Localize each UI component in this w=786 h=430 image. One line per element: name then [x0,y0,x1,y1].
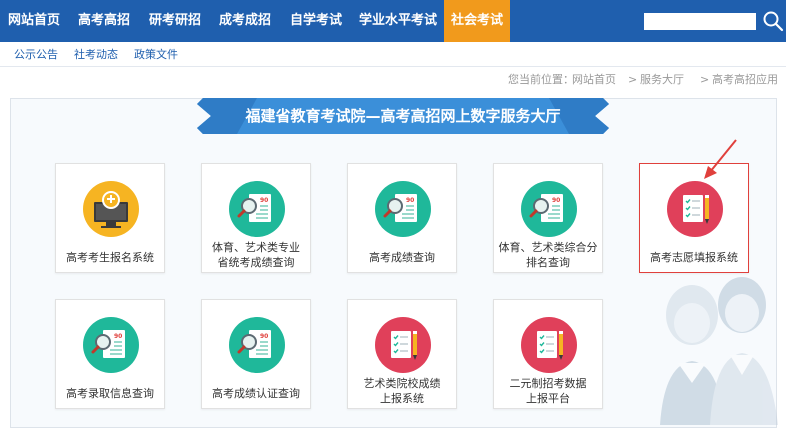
customer-service-mascot-icon [660,277,778,425]
checklist-pen-icon [521,317,577,373]
service-label: 高考录取信息查询 [66,387,154,400]
service-card-admission-query[interactable]: 90 高考录取信息查询 [55,299,165,409]
report-search-icon: 90 [229,181,285,237]
breadcrumb-separator: > [628,73,638,86]
breadcrumb-service-hall[interactable]: 服务大厅 [640,72,684,88]
svg-text:90: 90 [552,197,560,204]
svg-text:90: 90 [114,333,122,340]
report-search-icon: 90 [83,317,139,373]
nav-shehui[interactable]: 社会考试 [444,0,510,42]
service-card-art-sports-rank[interactable]: 90 体育、艺术类综合分 排名查询 [493,163,603,273]
nav-chengkao[interactable]: 成考成招 [210,0,280,42]
service-card-art-sports-score[interactable]: 90 体育、艺术类专业 省统考成绩查询 [201,163,311,273]
subnav-announcement[interactable]: 公示公告 [14,42,58,67]
subnav-news[interactable]: 社考动态 [74,42,118,67]
service-label: 艺术类院校成绩 上报系统 [363,377,441,405]
nav-gaokao[interactable]: 高考高招 [68,0,140,42]
nav-home[interactable]: 网站首页 [0,0,68,42]
report-search-icon: 90 [375,181,431,237]
svg-text:90: 90 [260,197,268,204]
search-input[interactable] [644,13,756,30]
checklist-pen-icon [375,317,431,373]
svg-text:90: 90 [260,333,268,340]
subnav-policy[interactable]: 政策文件 [134,42,178,67]
breadcrumb-home[interactable]: 网站首页 [572,72,616,88]
report-search-icon: 90 [521,181,577,237]
service-label: 高考志愿填报系统 [650,251,738,264]
nav-xueye[interactable]: 学业水平考试 [352,0,444,42]
breadcrumb-current[interactable]: 高考高招应用 [712,72,778,88]
service-card-art-college-report[interactable]: 艺术类院校成绩 上报系统 [347,299,457,409]
svg-text:90: 90 [406,197,414,204]
top-nav: 网站首页 高考高招 研考研招 成考成招 自学考试 学业水平考试 社会考试 [0,0,786,42]
pointer-arrow-icon [704,139,737,179]
report-search-icon: 90 [229,317,285,373]
service-label: 体育、艺术类综合分 排名查询 [498,241,598,269]
breadcrumb-separator: > [700,73,710,86]
service-card-score-certify[interactable]: 90 高考成绩认证查询 [201,299,311,409]
service-label: 二元制招考数据 上报平台 [509,377,587,405]
nav-yankao[interactable]: 研考研招 [140,0,210,42]
nav-zixue[interactable]: 自学考试 [280,0,352,42]
breadcrumb-prefix: 您当前位置： [508,73,574,86]
service-label: 体育、艺术类专业 省统考成绩查询 [212,241,300,269]
service-card-gaokao-score[interactable]: 90 高考成绩查询 [347,163,457,273]
service-card-signup[interactable]: 高考考生报名系统 [55,163,165,273]
computer-signup-icon [83,181,139,237]
service-card-dual-system-report[interactable]: 二元制招考数据 上报平台 [493,299,603,409]
banner-title: 福建省教育考试院—高考高招网上数字服务大厅 [245,107,561,125]
sub-nav: 公示公告 社考动态 政策文件 [0,42,786,67]
service-label: 高考考生报名系统 [66,251,154,264]
service-label: 高考成绩认证查询 [212,387,300,400]
service-label: 高考成绩查询 [369,251,435,264]
checklist-pen-icon [667,181,723,237]
search-icon[interactable] [762,10,784,32]
